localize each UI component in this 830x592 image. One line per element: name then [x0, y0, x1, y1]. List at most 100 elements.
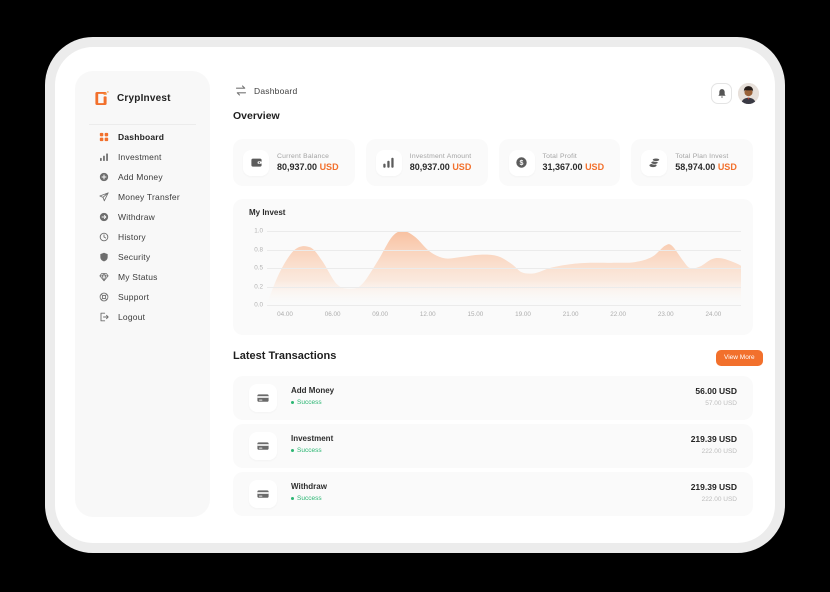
x-axis-label: 22.00 — [601, 311, 635, 318]
x-axis-label: 23.00 — [649, 311, 683, 318]
y-axis-label: 0.2 — [239, 283, 263, 290]
y-axis-label: 0.0 — [239, 302, 263, 309]
x-axis-label: 24.00 — [696, 311, 730, 318]
sidebar-item-money-transfer[interactable]: Money Transfer — [75, 187, 210, 207]
user-avatar[interactable] — [738, 83, 759, 104]
stat-card-label: Total Plan Invest — [675, 153, 737, 160]
stat-card-current-balance: Current Balance 80,937.00 USD — [233, 139, 355, 186]
logout-icon — [99, 312, 109, 322]
invest-chart-panel: My Invest 1.00.80.50.20.004.0006.0009.00… — [233, 199, 753, 335]
coins-icon — [641, 150, 667, 176]
sidebar-item-security[interactable]: Security — [75, 247, 210, 267]
sidebar-item-add-money[interactable]: Add Money — [75, 167, 210, 187]
sidebar-item-label: Security — [118, 252, 150, 262]
app-window: CrypInvest Dashboard Investment Add Mone… — [55, 47, 775, 543]
chart-gridline — [267, 250, 741, 251]
sidebar-item-label: Logout — [118, 312, 145, 322]
wallet-icon — [243, 150, 269, 176]
overview-cards: Current Balance 80,937.00 USD Investment… — [233, 139, 753, 186]
arrow-circle-icon — [99, 212, 109, 222]
transaction-status: Success — [291, 495, 322, 502]
stat-card-value: 80,937.00 USD — [410, 162, 472, 172]
brand-logo[interactable]: CrypInvest — [94, 90, 171, 107]
svg-text:$: $ — [520, 160, 524, 167]
chart-gridline — [267, 287, 741, 288]
chart-gridline — [267, 305, 741, 306]
status-dot — [291, 449, 294, 452]
x-axis-label: 15.00 — [458, 311, 492, 318]
transaction-row-add-money[interactable]: Add Money Success 56.00 USD 57.00 USD — [233, 376, 753, 420]
sidebar-menu: Dashboard Investment Add Money Money Tra… — [75, 127, 210, 327]
sidebar-item-label: Dashboard — [118, 132, 164, 142]
y-axis-label: 0.5 — [239, 265, 263, 272]
sidebar-item-label: Investment — [118, 152, 162, 162]
transaction-title: Add Money — [291, 386, 334, 395]
bar-chart-icon — [99, 152, 109, 162]
swap-arrows-icon[interactable] — [235, 85, 247, 96]
brand-logo-icon — [94, 90, 111, 107]
invest-area-chart — [267, 227, 741, 307]
sidebar-item-support[interactable]: Support — [75, 287, 210, 307]
transaction-amount: 219.39 USD — [691, 482, 737, 492]
sidebar-item-withdraw[interactable]: Withdraw — [75, 207, 210, 227]
send-icon — [99, 192, 109, 202]
transaction-row-investment[interactable]: Investment Success 219.39 USD 222.00 USD — [233, 424, 753, 468]
stat-card-currency: USD — [320, 162, 339, 172]
view-more-button[interactable]: View More — [716, 350, 763, 366]
chart-gridline — [267, 268, 741, 269]
stat-card-currency: USD — [718, 162, 737, 172]
page-title: Overview — [233, 110, 280, 122]
shield-icon — [99, 252, 109, 262]
sidebar-item-investment[interactable]: Investment — [75, 147, 210, 167]
grid-icon — [99, 132, 109, 142]
transactions-list: Add Money Success 56.00 USD 57.00 USD In… — [233, 376, 753, 516]
sidebar-item-logout[interactable]: Logout — [75, 307, 210, 327]
support-icon — [99, 292, 109, 302]
stat-card-value: 58,974.00 USD — [675, 162, 737, 172]
y-axis-label: 0.8 — [239, 246, 263, 253]
transaction-title: Investment — [291, 434, 333, 443]
stat-card-value: 31,367.00 USD — [543, 162, 605, 172]
x-axis-label: 09.00 — [363, 311, 397, 318]
stat-card-investment-amount: Investment Amount 80,937.00 USD — [366, 139, 488, 186]
sidebar-item-label: Withdraw — [118, 212, 155, 222]
status-dot — [291, 497, 294, 500]
sidebar-item-label: Add Money — [118, 172, 163, 182]
transaction-sub-amount: 222.00 USD — [702, 448, 737, 455]
x-axis-label: 19.00 — [506, 311, 540, 318]
bell-icon — [717, 88, 727, 99]
dollar-coin-icon: $ — [509, 150, 535, 176]
sidebar-item-my-status[interactable]: My Status — [75, 267, 210, 287]
transaction-title: Withdraw — [291, 482, 327, 491]
breadcrumb: Dashboard — [254, 86, 297, 96]
sidebar-divider — [89, 124, 196, 125]
brand-name: CrypInvest — [117, 93, 171, 104]
x-axis-label: 21.00 — [554, 311, 588, 318]
sidebar-item-history[interactable]: History — [75, 227, 210, 247]
x-axis-label: 04.00 — [268, 311, 302, 318]
window-outer-ring: CrypInvest Dashboard Investment Add Mone… — [45, 37, 785, 553]
diamond-icon — [99, 272, 109, 282]
transaction-amount: 219.39 USD — [691, 434, 737, 444]
sidebar-item-label: History — [118, 232, 146, 242]
stat-card-currency: USD — [452, 162, 471, 172]
credit-card-icon — [249, 432, 277, 460]
sidebar-item-dashboard[interactable]: Dashboard — [75, 127, 210, 147]
transaction-amount: 56.00 USD — [695, 386, 737, 396]
x-axis-label: 12.00 — [411, 311, 445, 318]
x-axis-label: 06.00 — [316, 311, 350, 318]
notifications-button[interactable] — [711, 83, 732, 104]
screen-background: CrypInvest Dashboard Investment Add Mone… — [0, 0, 830, 592]
sidebar-item-label: Support — [118, 292, 149, 302]
stat-card-currency: USD — [585, 162, 604, 172]
transaction-sub-amount: 57.00 USD — [705, 400, 737, 407]
chart-title: My Invest — [249, 208, 285, 217]
stat-card-total-plan-invest: Total Plan Invest 58,974.00 USD — [631, 139, 753, 186]
history-icon — [99, 232, 109, 242]
stat-card-label: Total Profit — [543, 153, 605, 160]
credit-card-icon — [249, 480, 277, 508]
plus-circle-icon — [99, 172, 109, 182]
transaction-row-withdraw[interactable]: Withdraw Success 219.39 USD 222.00 USD — [233, 472, 753, 516]
status-dot — [291, 401, 294, 404]
transactions-title: Latest Transactions — [233, 350, 336, 362]
